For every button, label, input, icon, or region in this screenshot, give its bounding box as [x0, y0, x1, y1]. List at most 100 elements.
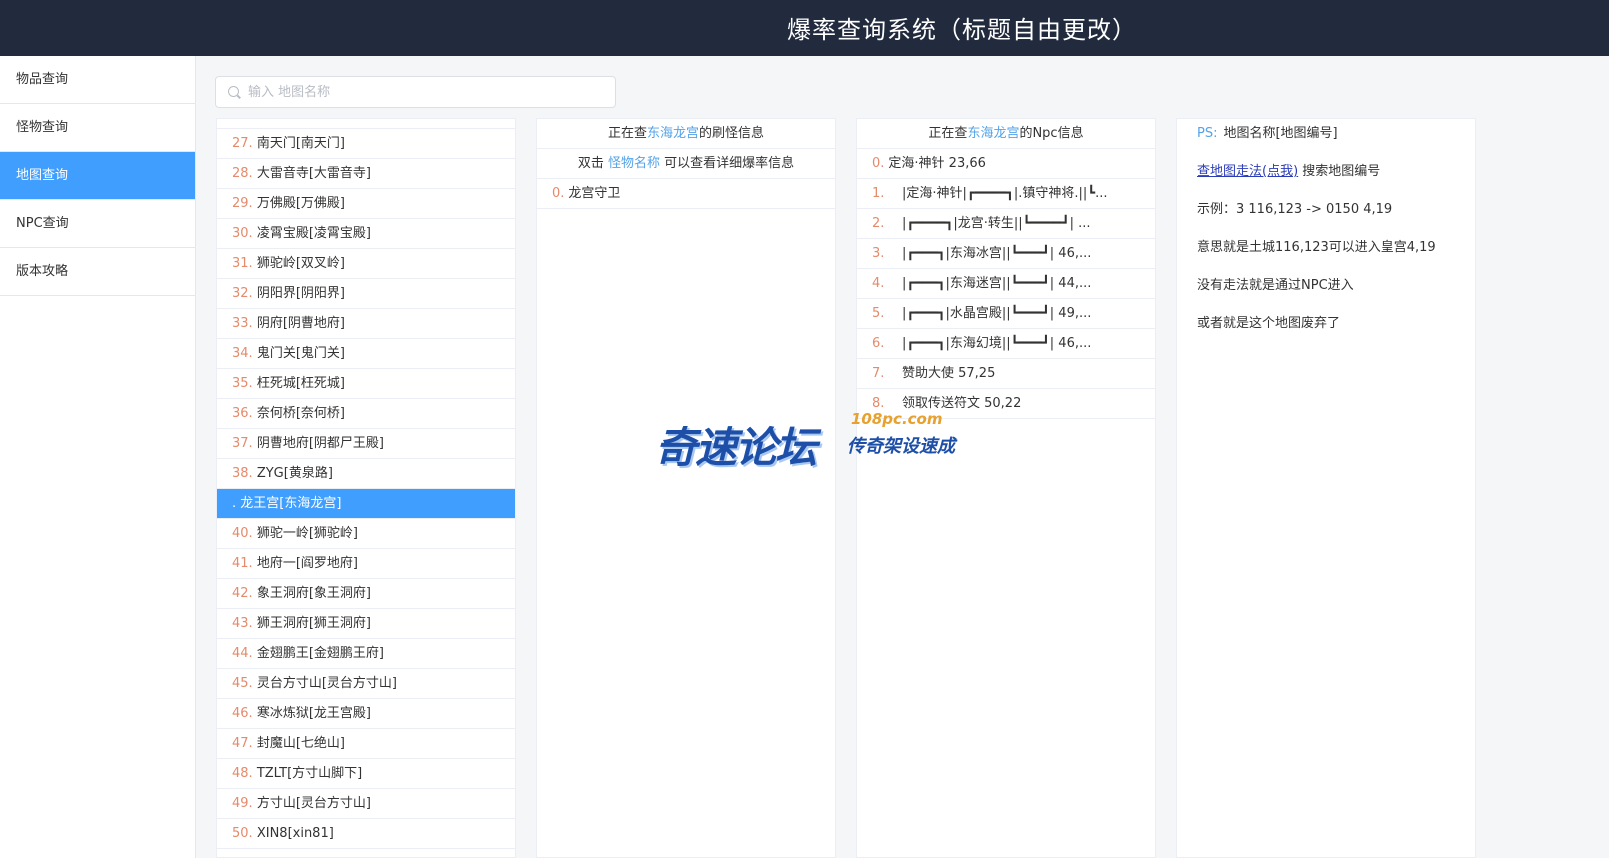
map-list-item[interactable]: 47. 封魔山[七绝山] [217, 729, 515, 759]
map-list-item[interactable]: 31. 狮驼岭[双叉岭] [217, 249, 515, 279]
map-name: XIN8[xin81] [256, 826, 334, 841]
map-list-item[interactable]: 27. 南天门[南天门] [217, 129, 515, 159]
map-number: 37. [232, 436, 253, 451]
map-list-item[interactable]: 37. 阴曹地府[阴都尸王殿] [217, 429, 515, 459]
map-number: 49. [232, 796, 253, 811]
npc-row[interactable]: 7. 赞助大使 57,25 [857, 359, 1155, 389]
help-panel: PS: 地图名称[地图编号] 查地图走法(点我) 搜索地图编号 示例：3 116,… [1176, 118, 1476, 858]
top-header: 爆率查询系统（标题自由更改） [0, 0, 1609, 56]
npc-row[interactable]: 1. |定海·神针|┏━━━━┓|.镇守神将.||┗... [857, 179, 1155, 209]
map-list-item[interactable]: 43. 狮王洞府[狮王洞府] [217, 609, 515, 639]
npc-name: |┏━━━┓|东海冰宫||┗━━━┛| 46,... [902, 246, 1092, 261]
map-number: 34. [232, 346, 253, 361]
ps-line: PS: 地图名称[地图编号] [1197, 126, 1475, 164]
page-title: 爆率查询系统（标题自由更改） [787, 16, 1137, 44]
row-number: 5. [872, 306, 885, 321]
map-name: 大雷音寺[大雷音寺] [256, 166, 371, 181]
map-number: 30. [232, 226, 253, 241]
map-list-item[interactable]: 45. 灵台方寸山[灵台方寸山] [217, 669, 515, 699]
map-number: 45. [232, 676, 253, 691]
map-list-item[interactable]: 44. 金翅鹏王[金翅鹏王府] [217, 639, 515, 669]
npc-row[interactable]: 0. 定海·神针 23,66 [857, 149, 1155, 179]
sidebar-item-monsters[interactable]: 怪物查询 [0, 104, 195, 152]
npc-row[interactable]: 2. |┏━━━━┓|龙宫·转生||┗━━━━┛| ... [857, 209, 1155, 239]
npc-row[interactable]: 3. |┏━━━┓|东海冰宫||┗━━━┛| 46,... [857, 239, 1155, 269]
monster-name: 龙宫守卫 [568, 186, 621, 201]
map-list-item[interactable]: . 龙王宫[东海龙宫] [217, 489, 515, 519]
map-name: 狮王洞府[狮王洞府] [256, 616, 371, 631]
map-name: 金翅鹏王[金翅鹏王府] [256, 646, 384, 661]
sidebar-item-npc[interactable]: NPC查询 [0, 200, 195, 248]
map-list-item[interactable]: 38. ZYG[黄泉路] [217, 459, 515, 489]
map-number: 44. [232, 646, 253, 661]
map-name: 奈何桥[奈何桥] [256, 406, 345, 421]
map-list-item[interactable]: 42. 象王洞府[象王洞府] [217, 579, 515, 609]
route-after: 搜索地图编号 [1302, 164, 1381, 179]
row-number: 4. [872, 276, 885, 291]
search-icon [228, 86, 239, 97]
sidebar-item-maps[interactable]: 地图查询 [0, 152, 195, 200]
row-number: 0. [552, 186, 565, 201]
row-number: 3. [872, 246, 885, 261]
map-list-item[interactable]: 49. 方寸山[灵台方寸山] [217, 789, 515, 819]
map-name: 鬼门关[鬼门关] [256, 346, 345, 361]
npc-row[interactable]: 5. |┏━━━┓|水晶宫殿||┗━━━┛| 49,... [857, 299, 1155, 329]
npc-title-map: 东海龙宫 [967, 126, 1020, 141]
map-list-item[interactable]: 40. 狮驼一岭[狮驼岭] [217, 519, 515, 549]
map-list-item[interactable]: 28. 大雷音寺[大雷音寺] [217, 159, 515, 189]
map-name: 枉死城[枉死城] [256, 376, 345, 391]
site-watermark: 奇速论坛 108pc.com 传奇架设速成 [655, 410, 955, 472]
map-number: 47. [232, 736, 253, 751]
sidebar-item-guide[interactable]: 版本攻略 [0, 248, 195, 296]
map-name: TZLT[方寸山脚下] [256, 766, 363, 781]
sidebar-item-items[interactable]: 物品查询 [0, 56, 195, 104]
map-search-box [215, 76, 616, 108]
npc-name: |┏━━━┓|水晶宫殿||┗━━━┛| 49,... [902, 306, 1092, 321]
map-list-item[interactable]: 35. 枉死城[枉死城] [217, 369, 515, 399]
map-name: 凌霄宝殿[凌霄宝殿] [256, 226, 371, 241]
monster-title-map: 东海龙宫 [646, 126, 699, 141]
npc-name: |定海·神针|┏━━━━┓|.镇守神将.||┗... [902, 186, 1108, 201]
watermark-main: 奇速论坛 [655, 423, 817, 472]
map-list-item[interactable]: 48. TZLT[方寸山脚下] [217, 759, 515, 789]
abandoned-line: 或者就是这个地图废弃了 [1197, 316, 1341, 331]
npc-note-line: 没有走法就是通过NPC进入 [1197, 278, 1354, 293]
map-list-item[interactable]: 50. XIN8[xin81] [217, 819, 515, 849]
map-list: 27. 南天门[南天门] 28. 大雷音寺[大雷音寺] 29. 万佛殿[万佛殿] 30… [216, 118, 516, 858]
row-number: 1. [872, 186, 885, 201]
hint-suffix: 可以查看详细爆率信息 [664, 156, 795, 171]
sidebar-nav: 物品查询 怪物查询 地图查询 NPC查询 版本攻略 [0, 56, 196, 858]
row-number: 0. [872, 156, 885, 171]
monster-panel-hint: 双击 怪物名称 可以查看详细爆率信息 [537, 149, 835, 179]
map-number: 35. [232, 376, 253, 391]
map-number: 43. [232, 616, 253, 631]
row-number: 6. [872, 336, 885, 351]
monster-panel: 正在查东海龙宫的刷怪信息 双击 怪物名称 可以查看详细爆率信息 0. 龙宫守卫 [536, 118, 836, 858]
map-route-link[interactable]: 查地图走法(点我) [1197, 164, 1298, 179]
map-list-item[interactable]: 30. 凌霄宝殿[凌霄宝殿] [217, 219, 515, 249]
map-name: 寒冰炼狱[龙王宫殿] [256, 706, 371, 721]
map-name: . 龙王宫[东海龙宫] [232, 496, 342, 511]
npc-row[interactable]: 6. |┏━━━┓|东海幻境||┗━━━┛| 46,... [857, 329, 1155, 359]
npc-row[interactable]: 4. |┏━━━┓|东海迷宫||┗━━━┛| 44,... [857, 269, 1155, 299]
npc-name: |┏━━━┓|东海迷宫||┗━━━┛| 44,... [902, 276, 1092, 291]
monster-title-prefix: 正在查 [607, 126, 647, 141]
map-name: ZYG[黄泉路] [256, 466, 333, 481]
map-number: 28. [232, 166, 253, 181]
map-search-input[interactable] [248, 77, 608, 107]
map-list-item[interactable]: 34. 鬼门关[鬼门关] [217, 339, 515, 369]
monster-row[interactable]: 0. 龙宫守卫 [537, 179, 835, 209]
map-list-item[interactable]: 36. 奈何桥[奈何桥] [217, 399, 515, 429]
npc-name: |┏━━━┓|东海幻境||┗━━━┛| 46,... [902, 336, 1092, 351]
map-number: 33. [232, 316, 253, 331]
map-name: 方寸山[灵台方寸山] [256, 796, 371, 811]
monster-title-suffix: 的刷怪信息 [699, 126, 765, 141]
map-name: 灵台方寸山[灵台方寸山] [256, 676, 397, 691]
map-list-item[interactable]: 41. 地府一[阎罗地府] [217, 549, 515, 579]
map-number: 46. [232, 706, 253, 721]
map-list-item[interactable]: 29. 万佛殿[万佛殿] [217, 189, 515, 219]
map-list-item[interactable]: 32. 阴阳界[阴阳界] [217, 279, 515, 309]
map-list-item[interactable]: 46. 寒冰炼狱[龙王宫殿] [217, 699, 515, 729]
map-number: 27. [232, 136, 253, 151]
map-list-item[interactable]: 33. 阴府[阴曹地府] [217, 309, 515, 339]
